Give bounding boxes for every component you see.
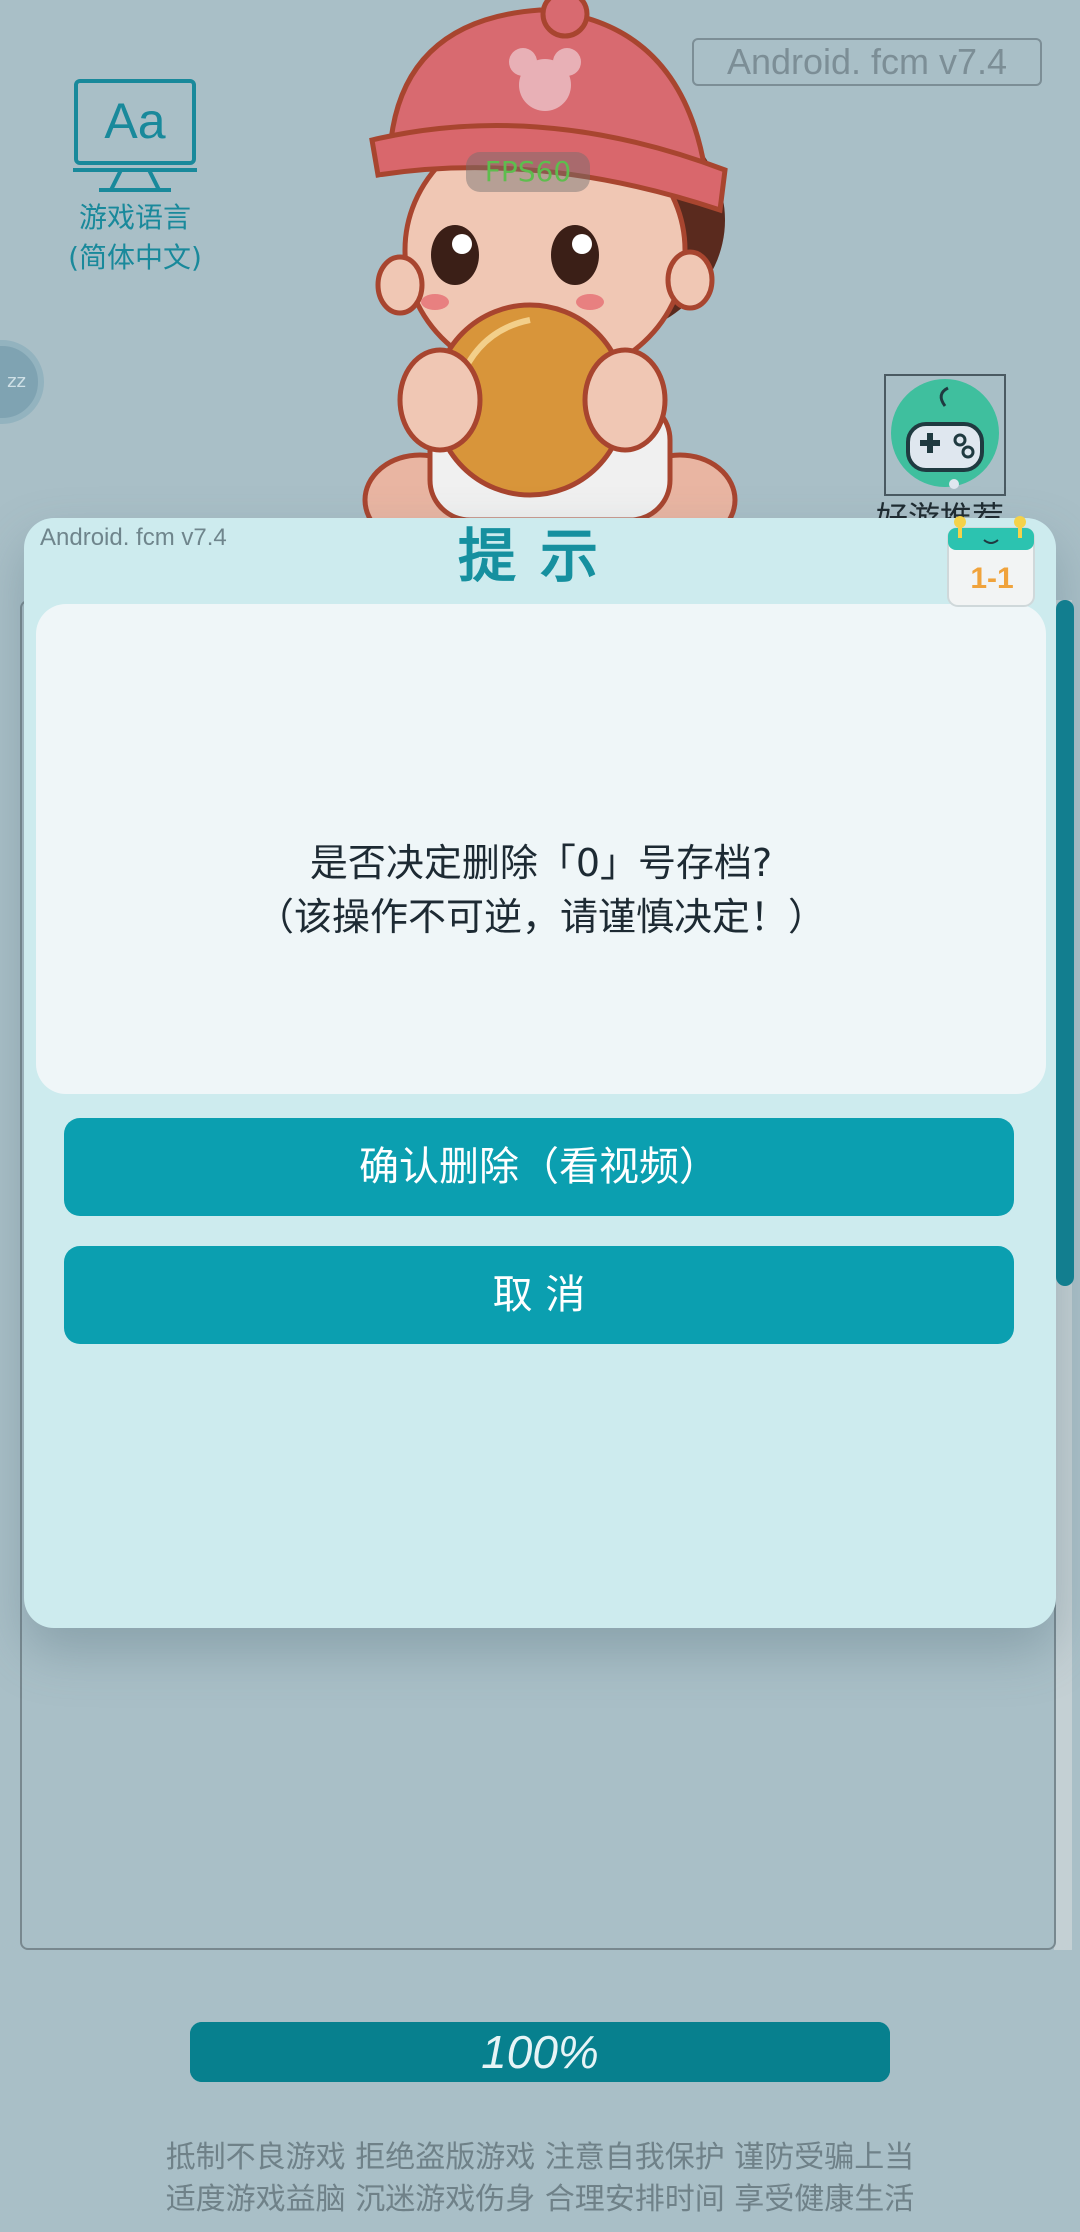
- confirm-delete-button[interactable]: 确认删除（看视频）: [64, 1118, 1014, 1216]
- gamepad-icon: [891, 379, 999, 489]
- health-notice-line-1: 抵制不良游戏 拒绝盗版游戏 注意自我保护 谨防受骗上当: [165, 2140, 915, 2175]
- message-line-1: 是否决定删除「0」号存档?: [309, 841, 773, 885]
- baby-character-illustration: [362, 0, 738, 520]
- language-icon-text: Aa: [104, 93, 165, 149]
- level-badge-text: 1-1: [970, 562, 1013, 595]
- game-recommend-button[interactable]: [884, 374, 1006, 496]
- dialog-title: 提示: [457, 522, 622, 590]
- language-label: 游戏语言 (简体中文): [68, 201, 202, 274]
- message-box: 是否决定删除「0」号存档? （该操作不可逆，请谨慎决定！）: [36, 604, 1046, 1094]
- sleep-button[interactable]: zz: [0, 340, 44, 424]
- confirm-dialog: Android. fcm v7.4 提示 是否决定删除「0」号存档? （该操作不…: [24, 518, 1056, 1628]
- health-notice-line-2: 适度游戏益脑 沉迷游戏伤身 合理安排时间 享受健康生活: [165, 2182, 915, 2217]
- scrollbar[interactable]: [1056, 600, 1074, 1286]
- version-label: Android. fcm v7.4: [692, 38, 1042, 86]
- loading-progress-bar: 100%: [190, 2022, 890, 2082]
- fps-counter: FPS60: [466, 152, 590, 192]
- language-selector[interactable]: Aa 游戏语言 (简体中文): [60, 78, 210, 278]
- cancel-button[interactable]: 取 消: [64, 1246, 1014, 1344]
- calendar-icon[interactable]: 1-1: [944, 514, 1040, 610]
- monitor-icon: Aa: [73, 79, 197, 192]
- message-line-2: （该操作不可逆，请谨慎决定！）: [255, 895, 826, 939]
- progress-label: 100%: [481, 2026, 599, 2078]
